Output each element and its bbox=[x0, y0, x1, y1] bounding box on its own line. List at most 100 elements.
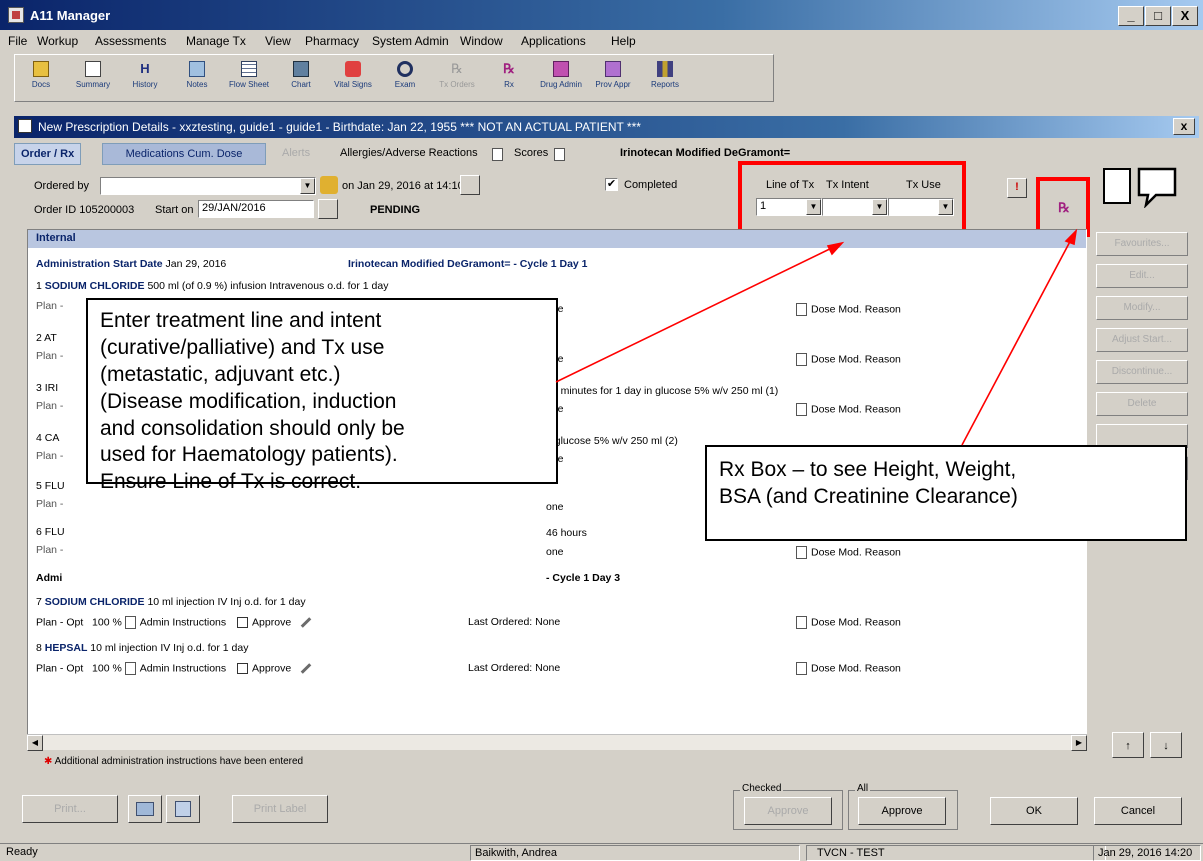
tab-allergies[interactable]: Allergies/Adverse Reactions bbox=[334, 143, 484, 165]
admin-instructions-link[interactable]: Admin Instructions bbox=[140, 616, 226, 628]
menu-window[interactable]: Window bbox=[460, 34, 503, 48]
list-header: Internal bbox=[28, 230, 1086, 248]
approve-all-button[interactable]: Approve bbox=[858, 797, 946, 825]
move-up-button[interactable]: ↑ bbox=[1112, 732, 1144, 758]
toolbar-summary-button[interactable]: Summary bbox=[71, 59, 115, 99]
item3-desc-fragment: 30 minutes for 1 day in glucose 5% w/v 2… bbox=[546, 385, 779, 397]
close-window-button[interactable]: X bbox=[1172, 6, 1198, 26]
admin-instructions-icon[interactable] bbox=[124, 662, 136, 675]
list-item[interactable]: 4 CA bbox=[36, 432, 59, 444]
completed-checkbox[interactable]: ✔ bbox=[605, 178, 618, 191]
adjust-start-button[interactable]: Adjust Start... bbox=[1096, 328, 1188, 352]
ordered-by-dropdown[interactable]: ▼ bbox=[100, 177, 316, 195]
toolbar-history-button[interactable]: H History bbox=[123, 59, 167, 99]
admin-instructions-link[interactable]: Admin Instructions bbox=[140, 662, 226, 674]
menu-assessments[interactable]: Assessments bbox=[95, 34, 166, 48]
cancel-button[interactable]: Cancel bbox=[1094, 797, 1182, 825]
toolbar-exam-button[interactable]: Exam bbox=[383, 59, 427, 99]
callout-rx-box: Rx Box – to see Height, Weight, BSA (and… bbox=[705, 445, 1187, 541]
list-item[interactable]: 8 HEPSAL 10 ml injection IV Inj o.d. for… bbox=[36, 642, 248, 654]
pen-icon[interactable] bbox=[300, 617, 312, 628]
menu-help[interactable]: Help bbox=[611, 34, 636, 48]
list-item[interactable]: 3 IRI bbox=[36, 382, 58, 394]
callout-line-intent: Enter treatment line and intent (curativ… bbox=[86, 298, 558, 493]
dose-mod-reason-7[interactable]: Dose Mod. Reason bbox=[796, 616, 901, 629]
dose-mod-reason-6[interactable]: Dose Mod. Reason bbox=[796, 546, 901, 559]
toolbar-rx-button[interactable]: ℞ Rx bbox=[487, 59, 531, 99]
edit-button[interactable]: Edit... bbox=[1096, 264, 1188, 288]
modify-button[interactable]: Modify... bbox=[1096, 296, 1188, 320]
start-on-field[interactable]: 29/JAN/2016 bbox=[198, 200, 314, 218]
preview-icon bbox=[136, 802, 154, 817]
start-date-calendar-button[interactable] bbox=[318, 199, 338, 219]
toolbar-drug-admin-button[interactable]: Drug Admin bbox=[539, 59, 583, 99]
favourites-button[interactable]: Favourites... bbox=[1096, 232, 1188, 256]
scroll-right-icon[interactable]: ▶ bbox=[1071, 735, 1087, 751]
menu-manage-tx[interactable]: Manage Tx bbox=[186, 34, 246, 48]
list-item[interactable]: 2 AT bbox=[36, 332, 57, 344]
print-label-button[interactable]: Print Label bbox=[232, 795, 328, 823]
menu-system-admin[interactable]: System Admin bbox=[372, 34, 449, 48]
dose-mod-reason-8[interactable]: Dose Mod. Reason bbox=[796, 662, 901, 675]
toolbar-flow-sheet-button[interactable]: Flow Sheet bbox=[227, 59, 271, 99]
toolbar-notes-button[interactable]: Notes bbox=[175, 59, 219, 99]
start-on-label: Start on bbox=[155, 204, 194, 216]
toolbar-tx-orders-button[interactable]: ℞ Tx Orders bbox=[435, 59, 479, 99]
ordered-by-label: Ordered by bbox=[34, 180, 90, 192]
prov-appr-icon bbox=[605, 61, 621, 77]
completed-label: Completed bbox=[624, 179, 678, 191]
maximize-button[interactable]: □ bbox=[1145, 6, 1171, 26]
delete-button[interactable]: Delete bbox=[1096, 392, 1188, 416]
note-page-icon[interactable] bbox=[1103, 168, 1131, 204]
ok-button[interactable]: OK bbox=[990, 797, 1078, 825]
tab-scores[interactable]: Scores bbox=[508, 143, 554, 165]
menu-view[interactable]: View bbox=[265, 34, 291, 48]
approve-checkbox[interactable] bbox=[237, 663, 249, 674]
comment-bubble-icon[interactable] bbox=[1136, 166, 1178, 208]
menu-workup[interactable]: Workup bbox=[37, 34, 78, 48]
list-item[interactable]: 5 FLU bbox=[36, 480, 65, 492]
admin-instructions-icon[interactable] bbox=[124, 616, 136, 629]
approve-checkbox[interactable] bbox=[237, 617, 249, 628]
prescriber-lookup-icon[interactable] bbox=[320, 176, 338, 194]
close-prescription-button[interactable]: x bbox=[1173, 118, 1195, 135]
minimize-button[interactable]: _ bbox=[1118, 6, 1144, 26]
toolbar-docs-button[interactable]: Docs bbox=[19, 59, 63, 99]
dose-mod-reason-1[interactable]: Dose Mod. Reason bbox=[796, 303, 901, 316]
tab-alerts[interactable]: Alerts bbox=[276, 143, 316, 165]
tab-order-rx[interactable]: Order / Rx bbox=[14, 143, 82, 165]
scroll-left-icon[interactable]: ◀ bbox=[27, 735, 43, 751]
menu-file[interactable]: File bbox=[8, 34, 27, 48]
print-button[interactable]: Print... bbox=[22, 795, 118, 823]
plan-label: Plan - bbox=[36, 450, 64, 462]
dose-mod-reason-2[interactable]: Dose Mod. Reason bbox=[796, 353, 901, 366]
asterisk-icon: ✱ bbox=[44, 756, 53, 767]
toolbar-prov-appr-button[interactable]: Prov Appr bbox=[591, 59, 635, 99]
approve-checked-button[interactable]: Approve bbox=[744, 797, 832, 825]
item7-controls: Plan - Opt 100 % Admin Instructions Appr… bbox=[36, 616, 312, 629]
app-title-bar: A11 Manager _ □ X bbox=[0, 0, 1203, 30]
copy-button[interactable] bbox=[166, 795, 200, 823]
discontinue-button[interactable]: Discontinue... bbox=[1096, 360, 1188, 384]
document-icon bbox=[18, 119, 32, 133]
pen-icon[interactable] bbox=[300, 663, 312, 674]
toolbar-vital-signs-button[interactable]: Vital Signs bbox=[331, 59, 375, 99]
preview-button[interactable] bbox=[128, 795, 162, 823]
list-item[interactable]: 6 FLU bbox=[36, 526, 65, 538]
list-item[interactable]: 1 SODIUM CHLORIDE 500 ml (of 0.9 %) infu… bbox=[36, 280, 389, 292]
menu-pharmacy[interactable]: Pharmacy bbox=[305, 34, 359, 48]
warning-icon[interactable]: ! bbox=[1007, 178, 1027, 198]
horizontal-scrollbar[interactable]: ◀ ▶ bbox=[27, 734, 1087, 751]
order-id: Order ID 105200003 bbox=[34, 204, 135, 216]
ordered-date-calendar-button[interactable] bbox=[460, 175, 480, 195]
dose-mod-reason-3[interactable]: Dose Mod. Reason bbox=[796, 403, 901, 416]
toolbar-chart-button[interactable]: Chart bbox=[279, 59, 323, 99]
ordered-on-datetime: on Jan 29, 2016 at 14:10 bbox=[342, 180, 464, 192]
rx-box-highlight bbox=[1036, 177, 1090, 237]
list-item[interactable]: 7 SODIUM CHLORIDE 10 ml injection IV Inj… bbox=[36, 596, 306, 608]
tab-medications-cum-dose[interactable]: Medications Cum. Dose bbox=[102, 143, 266, 165]
move-down-button[interactable]: ↓ bbox=[1150, 732, 1182, 758]
toolbar-reports-button[interactable]: Reports bbox=[643, 59, 687, 99]
menu-applications[interactable]: Applications bbox=[521, 34, 586, 48]
admin-start-row-3: Admi bbox=[36, 572, 63, 584]
